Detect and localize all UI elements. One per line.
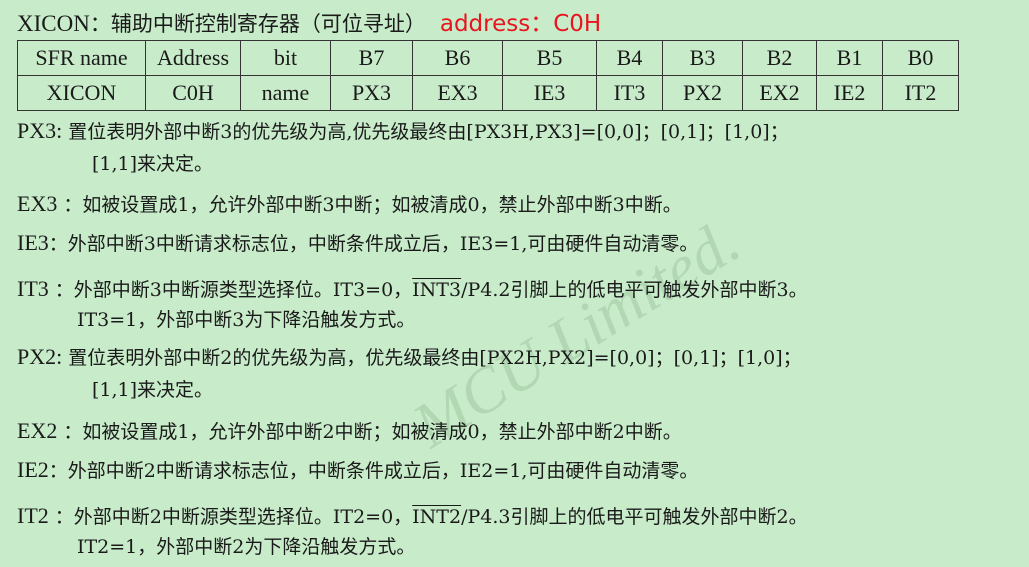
table-cell: B4 [596,40,663,76]
bit-label: PX3: [17,118,63,143]
int-pin-overline: INT3 [412,279,462,301]
bit-label: IE2 [17,457,49,482]
table-cell: B3 [662,40,743,76]
table-cell: IT3 [596,75,663,111]
bit-desc-px2: PX2: 置位表明外部中断2的优先级为高，优先级最终由[PX2H,PX2]=[0… [17,343,802,370]
register-name: XICON [17,11,90,36]
bit-label: IT2 [17,503,49,528]
table-cell: bit [240,40,331,76]
table-cell: EX3 [412,75,503,111]
bit-text: /P4.2引脚上的低电平可触发外部中断3。 [461,279,808,301]
bit-text: ：外部中断2中断源类型选择位。IT2=0， [48,506,413,528]
table-cell: B7 [330,40,413,76]
bit-text: ：外部中断3中断请求标志位，中断条件成立后，IE3=1,可由硬件自动清零。 [48,233,699,255]
bit-desc-continuation: [1,1]来决定。 [92,379,214,401]
table-cell: IE2 [816,75,883,111]
register-address: address：C0H [439,11,602,37]
bit-text: 置位表明外部中断3的优先级为高,优先级最终由[PX3H,PX3]=[0,0]；[… [62,121,789,143]
bit-desc-continuation: IT2=1，外部中断2为下降沿触发方式。 [77,536,416,558]
table-cell: C0H [145,75,241,111]
bit-label: IE3 [17,230,49,255]
bit-text: ：如被设置成1，允许外部中断3中断；如被清成0，禁止外部中断3中断。 [57,194,682,216]
bit-text: ：外部中断2中断请求标志位，中断条件成立后，IE2=1,可由硬件自动清零。 [48,460,699,482]
table-cell: name [240,75,331,111]
bit-desc-continuation: [1,1]来决定。 [92,153,214,175]
table-cell: B0 [882,40,959,76]
bit-label: EX2 [17,418,58,443]
bit-desc-ie2: IE2：外部中断2中断请求标志位，中断条件成立后，IE2=1,可由硬件自动清零。 [17,456,698,483]
bit-desc-it2: IT2 ：外部中断2中断源类型选择位。IT2=0，INT2/P4.3引脚上的低电… [17,502,808,529]
bit-label: IT3 [17,276,49,301]
bit-label: EX3 [17,191,58,216]
table-cell: B6 [412,40,503,76]
page-title: XICON：辅助中断控制寄存器（可位寻址） address：C0H [17,4,601,38]
table-cell: XICON [17,75,146,111]
table-cell: Address [145,40,241,76]
table-cell: B1 [816,40,883,76]
table-cell: PX3 [330,75,413,111]
bit-text: ：外部中断3中断源类型选择位。IT3=0， [48,279,413,301]
table-cell: IE3 [502,75,597,111]
bit-desc-it3: IT3 ：外部中断3中断源类型选择位。IT3=0，INT3/P4.2引脚上的低电… [17,275,808,302]
bit-desc-continuation: IT3=1，外部中断3为下降沿触发方式。 [77,309,416,331]
bit-text: /P4.3引脚上的低电平可触发外部中断2。 [461,506,808,528]
bit-desc-ex3: EX3 ：如被设置成1，允许外部中断3中断；如被清成0，禁止外部中断3中断。 [17,190,682,217]
table-cell: EX2 [742,75,817,111]
register-table: SFR name Address bit B7 B6 B5 B4 B3 B2 B… [17,40,959,111]
table-cell: PX2 [662,75,743,111]
bit-desc-ex2: EX2 ：如被设置成1，允许外部中断2中断；如被清成0，禁止外部中断2中断。 [17,417,682,444]
bit-desc-px3: PX3: 置位表明外部中断3的优先级为高,优先级最终由[PX3H,PX3]=[0… [17,117,789,144]
table-cell: B2 [742,40,817,76]
bit-text: ：如被设置成1，允许外部中断2中断；如被清成0，禁止外部中断2中断。 [57,421,682,443]
table-cell: SFR name [17,40,146,76]
table-cell: B5 [502,40,597,76]
table-cell: IT2 [882,75,959,111]
bit-text: 置位表明外部中断2的优先级为高，优先级最终由[PX2H,PX2]=[0,0]；[… [62,347,802,369]
table-row: XICON C0H name PX3 EX3 IE3 IT3 PX2 EX2 I… [17,75,959,111]
bit-label: PX2: [17,344,63,369]
bit-desc-ie3: IE3：外部中断3中断请求标志位，中断条件成立后，IE3=1,可由硬件自动清零。 [17,229,698,256]
table-header-row: SFR name Address bit B7 B6 B5 B4 B3 B2 B… [17,40,959,76]
register-description: ：辅助中断控制寄存器（可位寻址） [89,12,426,36]
int-pin-overline: INT2 [412,506,462,528]
